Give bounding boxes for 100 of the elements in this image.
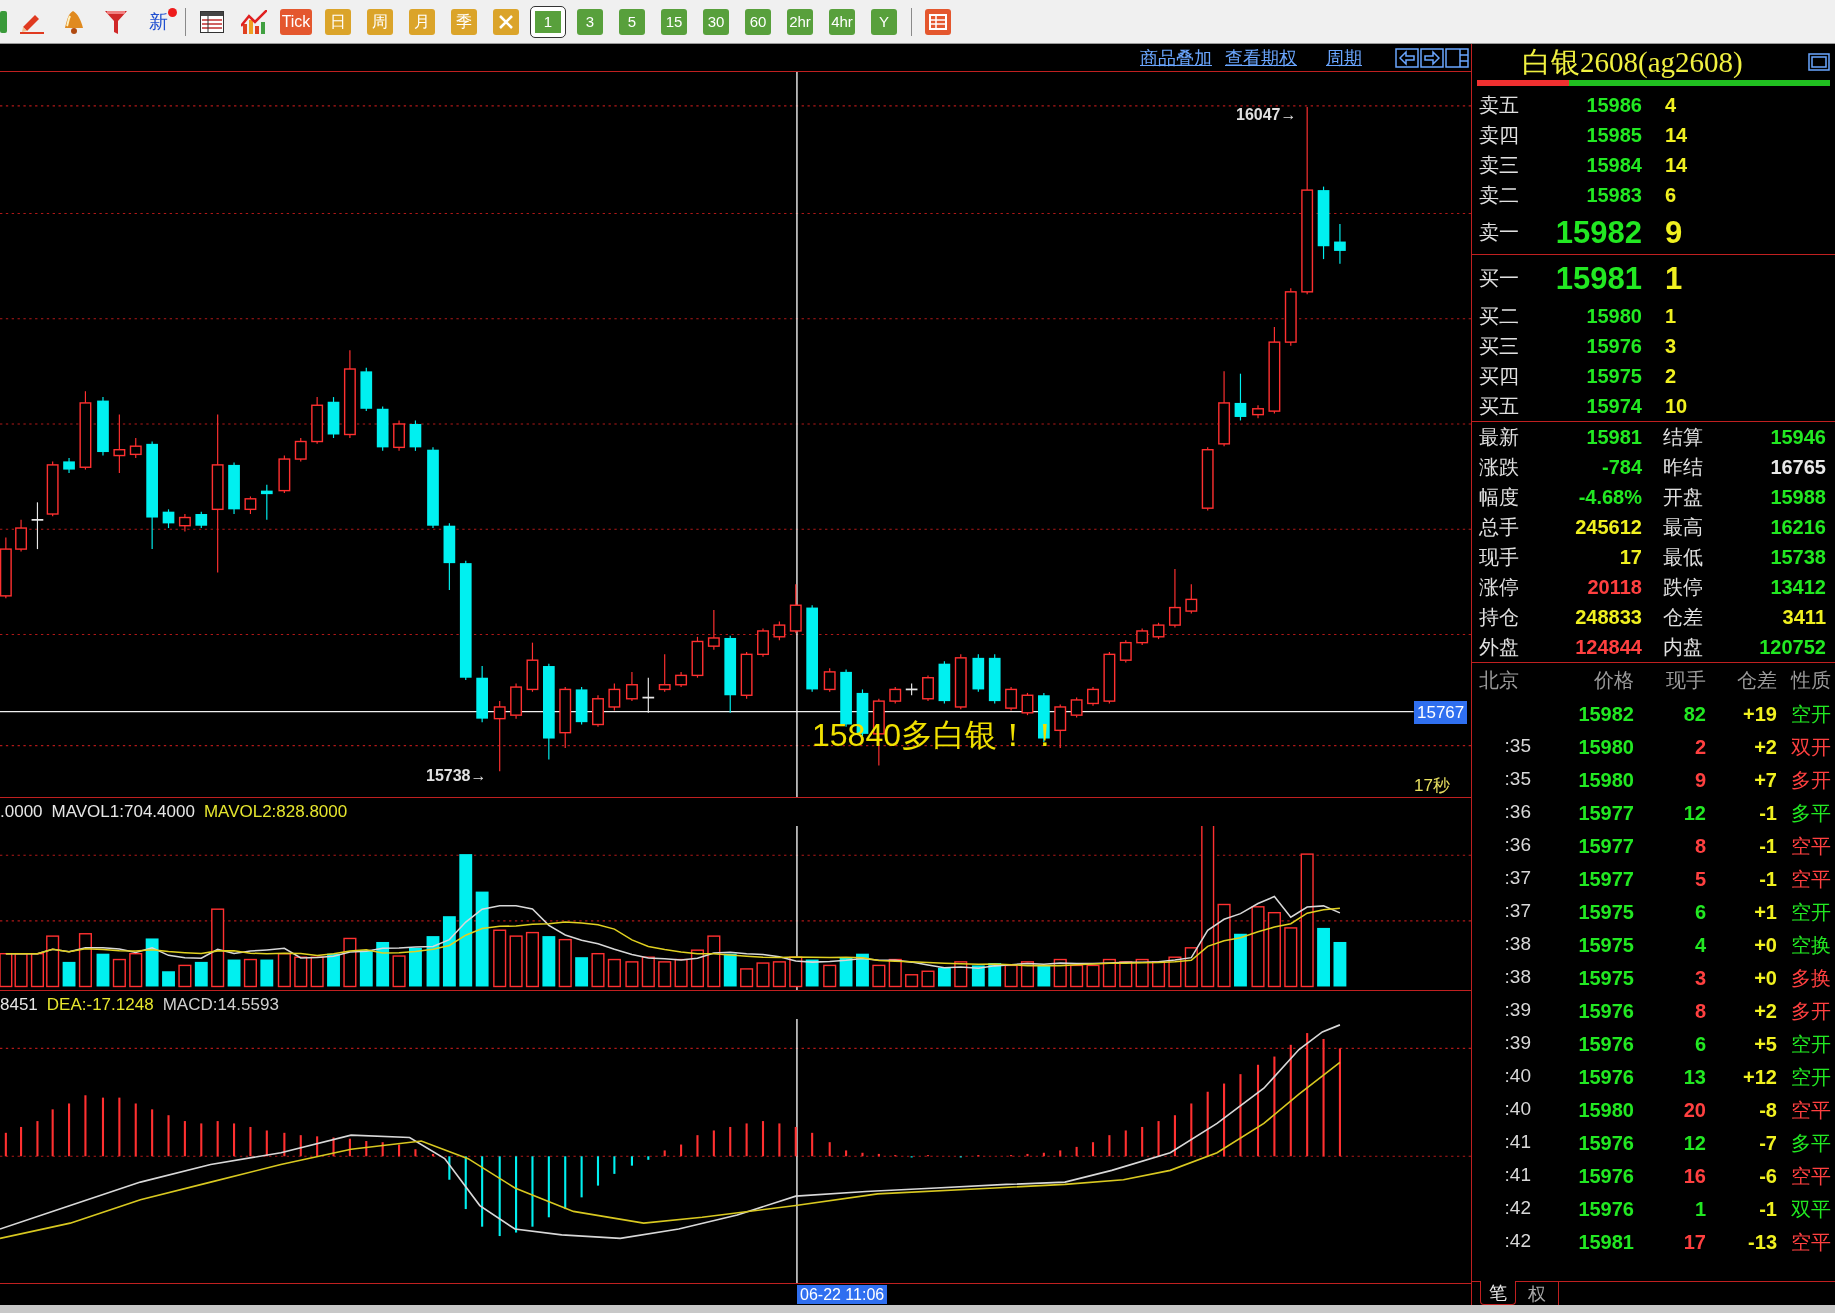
tick-price: 15980: [1577, 734, 1634, 760]
tick-price: 15976: [1577, 1130, 1634, 1156]
order-volume: 14: [1665, 153, 1688, 178]
stat-label: 最高: [1663, 515, 1704, 540]
header-link[interactable]: 周期: [1326, 48, 1362, 67]
tick-volume: 2: [1693, 734, 1706, 760]
stat-value: 15946: [1769, 425, 1826, 450]
order-price: 15984: [1585, 153, 1642, 178]
period-tab[interactable]: 3: [577, 8, 603, 35]
tick-price: 15980: [1577, 767, 1634, 793]
partial-icon[interactable]: [0, 10, 7, 33]
stat-label: 仓差: [1663, 605, 1704, 630]
stat-label: 结算: [1663, 425, 1704, 450]
tick-price: 15975: [1577, 932, 1634, 958]
order-label: 卖二: [1479, 183, 1520, 208]
period-tab[interactable]: 1: [531, 6, 565, 37]
stat-value: 120752: [1758, 635, 1826, 660]
period-tab[interactable]: 60: [745, 8, 771, 35]
tick-oi-change: +7: [1753, 767, 1777, 793]
table-icon[interactable]: [200, 10, 224, 33]
period-tab[interactable]: 2hr: [787, 8, 813, 35]
order-volume: 2: [1665, 364, 1677, 389]
tick-oi-change: +12: [1742, 1064, 1777, 1090]
tick-type: 空换: [1791, 932, 1831, 958]
header-link[interactable]: 商品叠加: [1140, 48, 1212, 67]
stat-label: 昨结: [1663, 455, 1704, 480]
tick-price: 15977: [1577, 800, 1634, 826]
tick-time: :40: [1503, 1064, 1531, 1089]
stat-value: 15988: [1769, 485, 1826, 510]
tick-oi-change: +19: [1742, 701, 1777, 727]
contract-title: 白银2608(ag2608): [1522, 47, 1743, 77]
tick-volume: 5: [1693, 866, 1706, 892]
tick-time: :39: [1503, 998, 1531, 1023]
bar-chart-icon[interactable]: [241, 9, 267, 34]
tick-time: :37: [1503, 899, 1531, 924]
tick-oi-change: +0: [1753, 932, 1777, 958]
tick-price: 15977: [1577, 866, 1634, 892]
tick-volume: 6: [1693, 1031, 1706, 1057]
period-tab[interactable]: 30: [703, 8, 729, 35]
order-volume: 6: [1665, 183, 1677, 208]
tick-volume: 16: [1682, 1163, 1706, 1189]
header-link[interactable]: 查看期权: [1225, 48, 1297, 67]
stat-label: 总手: [1479, 515, 1520, 540]
tick-volume: 4: [1693, 932, 1706, 958]
tick-time: :41: [1503, 1163, 1531, 1188]
period-tab[interactable]: 15: [661, 8, 687, 35]
order-label: 买五: [1479, 394, 1520, 419]
bell-icon[interactable]: [62, 9, 86, 34]
stat-value: 20118: [1586, 575, 1642, 600]
order-price: 15975: [1585, 364, 1642, 389]
indicator-value: .0000: [0, 801, 43, 824]
tick-price: 15977: [1577, 833, 1634, 859]
tick-volume: 3: [1693, 965, 1706, 991]
order-volume: 3: [1665, 334, 1677, 359]
column-header: 现手: [1665, 668, 1706, 693]
chart-type-button[interactable]: 季: [451, 8, 477, 35]
tick-volume: 17: [1682, 1229, 1706, 1255]
period-tab[interactable]: 4hr: [829, 8, 855, 35]
chart-type-button[interactable]: 周: [367, 8, 393, 35]
tick-time: :42: [1503, 1196, 1531, 1221]
tick-time: :36: [1503, 800, 1531, 825]
stat-value: -784: [1600, 455, 1642, 480]
tick-type: 空开: [1791, 899, 1831, 925]
panel-tab[interactable]: 笔: [1480, 1281, 1516, 1305]
tick-oi-change: -1: [1758, 1196, 1777, 1222]
tick-oi-change: -6: [1758, 1163, 1777, 1189]
indicator-value: 8451: [0, 994, 38, 1017]
tick-time: :40: [1503, 1097, 1531, 1122]
period-tab[interactable]: Y: [871, 8, 897, 35]
tick-type: 多开: [1791, 767, 1831, 793]
window-icon[interactable]: [1808, 53, 1830, 71]
order-label: 买二: [1479, 304, 1520, 329]
tick-type: 空平: [1791, 1229, 1831, 1255]
grid-icon[interactable]: [925, 8, 951, 35]
stat-label: 持仓: [1479, 605, 1520, 630]
dot-icon: [167, 8, 177, 17]
order-label: 买四: [1479, 364, 1520, 389]
period-tab[interactable]: 5: [619, 8, 645, 35]
tick-oi-change: +5: [1753, 1031, 1777, 1057]
tick-volume: 8: [1693, 998, 1706, 1024]
tick-volume: 12: [1682, 800, 1706, 826]
tick-oi-change: -7: [1758, 1130, 1777, 1156]
chart-type-button[interactable]: 月: [409, 8, 435, 35]
tick-oi-change: -1: [1758, 866, 1777, 892]
tick-price: 15976: [1577, 1064, 1634, 1090]
layout-icon[interactable]: [1445, 47, 1469, 68]
chart-type-button[interactable]: Tick: [279, 8, 313, 35]
stat-label: 最低: [1663, 545, 1704, 570]
stat-label: 最新: [1479, 425, 1520, 450]
tick-oi-change: +1: [1753, 899, 1777, 925]
stat-label: 内盘: [1663, 635, 1704, 660]
tick-price: 15975: [1577, 965, 1634, 991]
news-button[interactable]: 新: [148, 12, 168, 31]
order-label: 卖三: [1479, 153, 1520, 178]
order-label: 买一: [1479, 266, 1520, 291]
chart-type-button[interactable]: 日: [325, 8, 351, 35]
funnel-icon[interactable]: [105, 9, 127, 34]
tick-type: 空开: [1791, 1064, 1831, 1090]
tick-volume: 6: [1693, 899, 1706, 925]
order-volume: 9: [1665, 216, 1683, 248]
